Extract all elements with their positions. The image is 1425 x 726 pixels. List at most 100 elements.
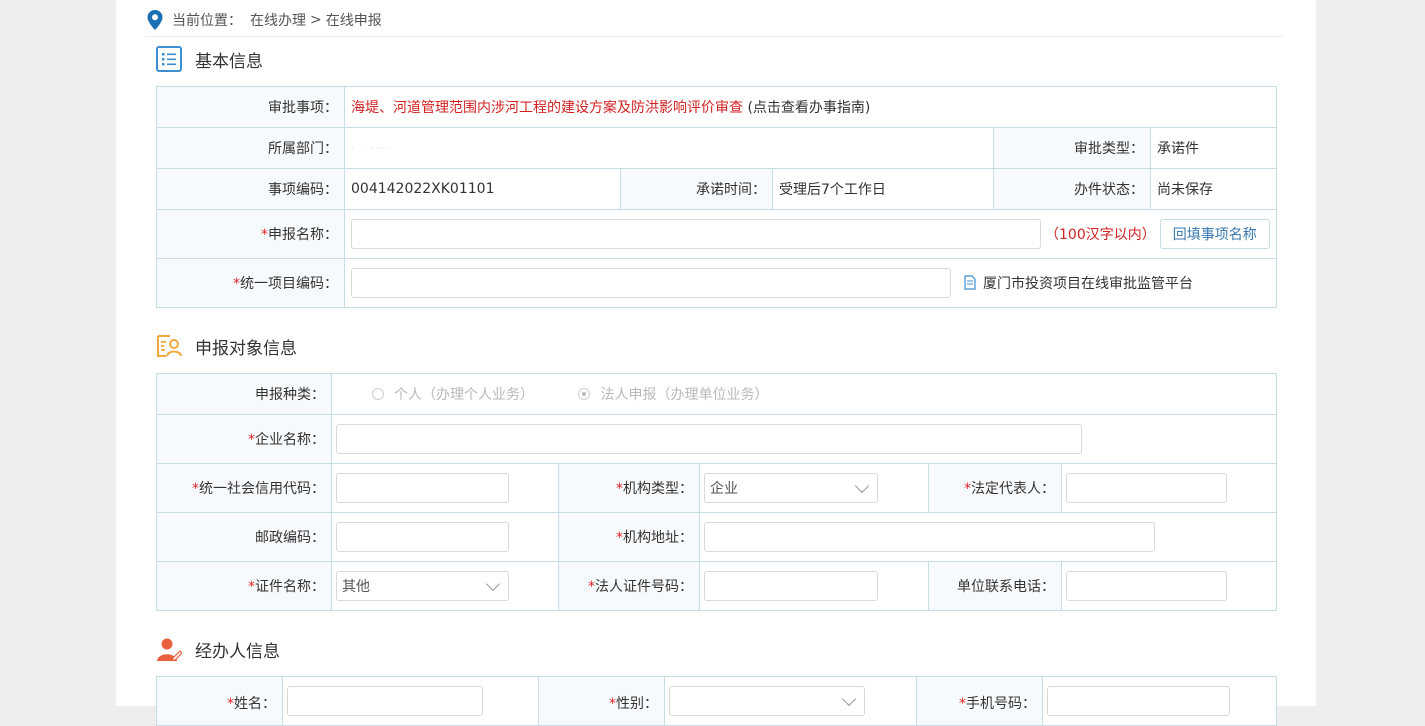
applicant-card-icon: [157, 335, 182, 357]
required-mark: *: [248, 432, 255, 448]
location-pin-icon: [147, 10, 163, 30]
org-address-label: 机构地址：: [623, 530, 693, 546]
breadcrumb-current: 在线申报: [325, 13, 382, 29]
department-value: · · ····: [351, 141, 390, 155]
applicant-info-title: 申报对象信息: [195, 338, 297, 359]
case-status-value: 尚未保存: [1149, 168, 1278, 210]
legal-rep-input[interactable]: [1066, 473, 1227, 503]
radio-corporate[interactable]: 法人申报（办理单位业务）: [578, 384, 768, 404]
row-item-code: 事项编码： 004142022XK01101 承诺时间： 受理后7个工作日 办件…: [156, 168, 1278, 210]
department-cell: · · ····: [344, 127, 994, 169]
radio-person-dot: [372, 388, 384, 400]
approval-type-label: 审批类型：: [993, 127, 1151, 169]
zip-code-label: 邮政编码：: [156, 512, 332, 562]
handler-name-input[interactable]: [287, 686, 483, 716]
credit-code-label: 统一社会信用代码：: [199, 481, 325, 497]
approval-item-value: 海堤、河道管理范围内涉河工程的建设方案及防洪影响评价审查: [351, 100, 743, 116]
item-code-label: 事项编码：: [156, 168, 345, 210]
approval-item-cell: 海堤、河道管理范围内涉河工程的建设方案及防洪影响评价审查 (点击查看办事指南): [343, 86, 1278, 128]
application-name-hint: （100汉字以内）: [1045, 227, 1156, 243]
org-address-input[interactable]: [704, 522, 1155, 552]
company-name-input[interactable]: [336, 424, 1082, 454]
zip-code-cell: [331, 512, 559, 562]
application-name-input[interactable]: [351, 219, 1041, 249]
cert-name-select[interactable]: 其他: [336, 571, 509, 601]
handler-name-label: 姓名：: [234, 696, 276, 712]
required-mark: *: [588, 579, 595, 595]
mobile-cell: [1042, 676, 1277, 726]
required-mark: *: [959, 696, 966, 712]
legal-rep-label: 法定代表人：: [971, 481, 1055, 497]
legal-cert-input[interactable]: [704, 571, 878, 601]
guide-link[interactable]: (点击查看办事指南): [747, 100, 870, 116]
mobile-label-cell: *手机号码：: [916, 676, 1043, 726]
row-credit-code: *统一社会信用代码： *机构类型： 企业 *法定代表人：: [156, 463, 1278, 513]
mobile-input[interactable]: [1047, 686, 1230, 716]
project-code-input[interactable]: [351, 268, 951, 298]
basic-info-table: 审批事项： 海堤、河道管理范围内涉河工程的建设方案及防洪影响评价审查 (点击查看…: [156, 86, 1278, 308]
project-code-label-cell: *统一项目编码：: [156, 258, 345, 308]
cert-name-label-cell: *证件名称：: [156, 561, 332, 611]
row-handler: *姓名： *性别： *手机号码：: [156, 676, 1277, 726]
handler-name-label-cell: *姓名：: [156, 676, 283, 726]
org-type-select[interactable]: 企业: [704, 473, 878, 503]
breadcrumb: 当前位置： 在线办理 > 在线申报: [146, 4, 1284, 37]
credit-code-cell: [331, 463, 559, 513]
main-page: 当前位置： 在线办理 > 在线申报 基本信息 审批事项： 海堤、河道管理范围内涉…: [116, 0, 1316, 726]
basic-info-heading: 基本信息: [156, 46, 263, 72]
handler-info-title: 经办人信息: [195, 641, 280, 662]
promise-time-value: 受理后7个工作日: [772, 168, 994, 210]
handler-info-table: *姓名： *性别： *手机号码：: [156, 676, 1277, 726]
org-type-cell: 企业: [699, 463, 929, 513]
legal-rep-label-cell: *法定代表人：: [928, 463, 1062, 513]
breadcrumb-link-online[interactable]: 在线办理: [250, 10, 306, 30]
required-mark: *: [964, 481, 971, 497]
org-type-label: 机构类型：: [623, 481, 693, 497]
cert-name-label: 证件名称：: [255, 579, 325, 595]
company-name-label: 企业名称：: [255, 432, 325, 448]
row-application-name: *申报名称： （100汉字以内） 回填事项名称: [156, 209, 1278, 259]
application-name-label: 申报名称：: [268, 227, 338, 243]
promise-time-label: 承诺时间：: [620, 168, 773, 210]
company-name-cell: [330, 414, 1278, 464]
applicant-info-table: 申报种类： 个人（办理个人业务） 法人申报（办理单位业务） *企业名称： *统一…: [156, 373, 1278, 611]
breadcrumb-separator: >: [310, 12, 322, 28]
case-status-label: 办件状态：: [993, 168, 1151, 210]
handler-name-cell: [282, 676, 539, 726]
credit-code-input[interactable]: [336, 473, 509, 503]
basic-info-title: 基本信息: [195, 51, 263, 72]
required-mark: *: [192, 481, 199, 497]
gender-cell: [664, 676, 917, 726]
handler-info-heading: 经办人信息: [156, 636, 280, 662]
investment-platform-link[interactable]: 厦门市投资项目在线审批监管平台: [983, 273, 1193, 293]
required-mark: *: [616, 530, 623, 546]
document-icon: [964, 275, 976, 290]
fill-item-name-button[interactable]: 回填事项名称: [1159, 219, 1270, 249]
mobile-label: 手机号码：: [966, 696, 1036, 712]
department-label: 所属部门：: [156, 127, 345, 169]
row-company-name: *企业名称：: [156, 414, 1278, 464]
required-mark: *: [227, 696, 234, 712]
radio-person[interactable]: 个人（办理个人业务）: [372, 384, 534, 404]
required-mark: *: [233, 276, 240, 292]
row-project-code: *统一项目编码： 厦门市投资项目在线审批监管平台: [156, 258, 1278, 308]
radio-person-label: 个人（办理个人业务）: [394, 387, 534, 403]
zip-code-input[interactable]: [336, 522, 509, 552]
legal-cert-cell: [699, 561, 929, 611]
item-code-value: 004142022XK01101: [344, 168, 621, 210]
breadcrumb-label: 当前位置：: [172, 13, 242, 29]
company-name-label-cell: *企业名称：: [156, 414, 332, 464]
required-mark: *: [616, 481, 623, 497]
required-mark: *: [248, 579, 255, 595]
application-kind-label: 申报种类：: [156, 373, 332, 415]
gender-select[interactable]: [669, 686, 865, 716]
legal-rep-cell: [1060, 463, 1278, 513]
project-code-cell: 厦门市投资项目在线审批监管平台: [343, 258, 1278, 308]
chevron-down-icon: [485, 576, 501, 591]
unit-phone-cell: [1060, 561, 1278, 611]
application-name-label-cell: *申报名称：: [156, 209, 345, 259]
org-address-label-cell: *机构地址：: [558, 512, 700, 562]
org-address-cell: [698, 512, 1278, 562]
unit-phone-input[interactable]: [1066, 571, 1227, 601]
gender-label: 性别：: [616, 696, 658, 712]
